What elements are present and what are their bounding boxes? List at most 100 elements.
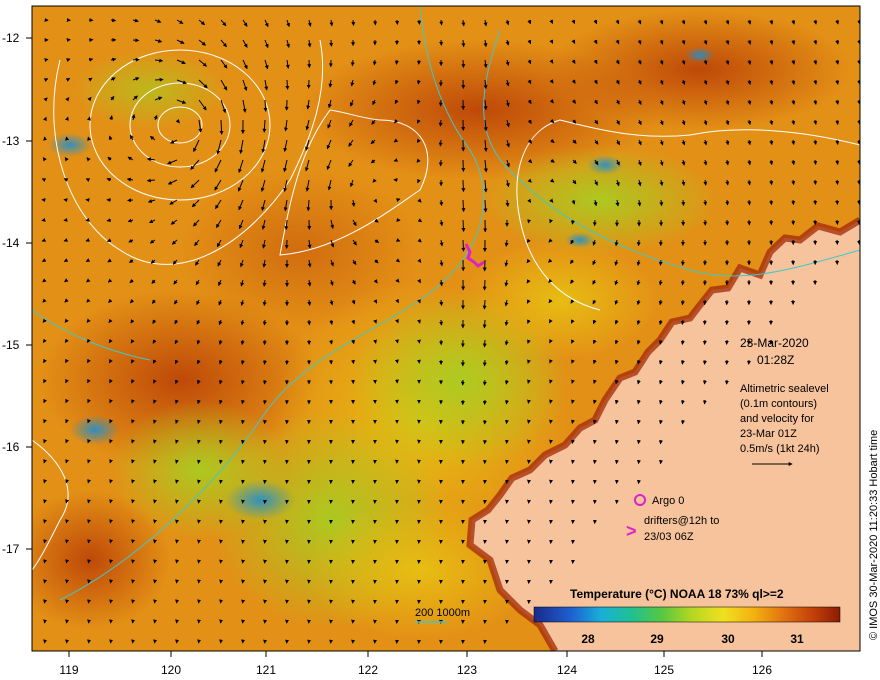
velocity-arrow bbox=[725, 199, 730, 206]
velocity-arrow bbox=[109, 539, 114, 544]
velocity-arrow bbox=[680, 339, 685, 345]
velocity-arrow bbox=[65, 559, 70, 564]
velocity-arrow bbox=[702, 359, 707, 365]
velocity-arrow bbox=[659, 199, 664, 207]
velocity-arrow bbox=[262, 339, 267, 346]
velocity-arrow bbox=[791, 199, 796, 206]
velocity-arrow bbox=[109, 579, 114, 584]
velocity-arrow bbox=[504, 419, 509, 425]
velocity-arrow bbox=[747, 179, 752, 186]
velocity-arrow bbox=[65, 136, 70, 141]
velocity-arrow bbox=[439, 199, 444, 207]
velocity-arrow bbox=[372, 59, 377, 66]
velocity-arrow bbox=[681, 199, 686, 207]
velocity-arrow bbox=[219, 459, 223, 464]
velocity-arrow bbox=[263, 479, 267, 484]
velocity-arrow bbox=[461, 179, 466, 193]
velocity-arrow bbox=[570, 219, 575, 225]
velocity-arrow bbox=[87, 539, 92, 544]
velocity-arrow bbox=[438, 139, 443, 147]
y-tick-label: -12 bbox=[2, 31, 20, 45]
velocity-arrow bbox=[636, 439, 641, 445]
velocity-arrow bbox=[153, 579, 158, 584]
velocity-arrow bbox=[504, 379, 509, 385]
velocity-arrow bbox=[109, 519, 114, 524]
credit-text: © IMOS 30-Mar-2020 11:20:33 Hobart time bbox=[868, 430, 880, 640]
velocity-arrow bbox=[87, 599, 92, 604]
velocity-arrow bbox=[262, 359, 267, 365]
colorbar-title: Temperature (°C) NOAA 18 73% ql>=2 bbox=[570, 587, 784, 601]
velocity-arrow bbox=[680, 319, 685, 326]
velocity-arrow bbox=[571, 439, 575, 444]
velocity-arrow bbox=[109, 559, 114, 564]
velocity-arrow bbox=[65, 539, 70, 544]
velocity-arrow bbox=[813, 159, 818, 166]
velocity-arrow bbox=[132, 38, 140, 43]
velocity-arrow bbox=[65, 599, 70, 604]
velocity-arrow bbox=[43, 499, 48, 504]
velocity-arrow bbox=[702, 399, 707, 405]
x-tick-label: 122 bbox=[358, 663, 378, 677]
velocity-arrow bbox=[131, 599, 136, 604]
velocity-arrow bbox=[175, 499, 179, 504]
velocity-arrow bbox=[813, 179, 818, 186]
velocity-arrow bbox=[44, 58, 49, 63]
velocity-arrow bbox=[438, 119, 443, 127]
velocity-arrow bbox=[835, 199, 840, 205]
velocity-arrow bbox=[153, 559, 158, 564]
velocity-arrow bbox=[571, 499, 575, 504]
svg-text:Altimetric sealevel: Altimetric sealevel bbox=[740, 383, 829, 395]
velocity-arrow bbox=[461, 39, 466, 48]
velocity-arrow bbox=[636, 459, 641, 465]
date-label: 23-Mar-2020 bbox=[740, 336, 809, 350]
colorbar-tick-label: 30 bbox=[721, 632, 735, 646]
velocity-arrow bbox=[131, 559, 136, 564]
velocity-arrow bbox=[482, 399, 487, 406]
velocity-arrow bbox=[549, 479, 553, 484]
velocity-arrow bbox=[527, 419, 531, 424]
velocity-arrow bbox=[504, 399, 509, 405]
velocity-arrow bbox=[153, 539, 158, 544]
velocity-arrow bbox=[680, 379, 685, 385]
velocity-arrow bbox=[241, 459, 245, 465]
y-tick-label: -16 bbox=[2, 440, 20, 454]
velocity-arrow bbox=[219, 519, 223, 524]
velocity-arrow bbox=[614, 459, 619, 465]
velocity-arrow bbox=[702, 339, 707, 345]
velocity-arrow bbox=[658, 459, 663, 465]
velocity-arrow bbox=[527, 459, 531, 464]
velocity-arrow bbox=[593, 439, 597, 445]
bathymetry-legend-label: 200 1000m bbox=[415, 607, 470, 619]
x-axis: 119 120 121 122 123 124 125 126 bbox=[59, 651, 772, 677]
velocity-arrow bbox=[747, 199, 752, 206]
velocity-arrow bbox=[614, 419, 619, 425]
velocity-arrow bbox=[527, 439, 531, 444]
velocity-arrow bbox=[197, 459, 201, 464]
velocity-arrow bbox=[175, 579, 180, 584]
velocity-arrow bbox=[109, 599, 114, 604]
velocity-arrow bbox=[394, 59, 399, 65]
velocity-arrow bbox=[262, 299, 267, 307]
velocity-arrow bbox=[153, 499, 158, 504]
velocity-arrow bbox=[835, 179, 840, 185]
sst-map: 119 120 121 122 123 124 125 126 -12 -13 -14 -15 -16… bbox=[2, 5, 880, 677]
velocity-arrow bbox=[505, 459, 509, 464]
velocity-arrow bbox=[527, 399, 531, 404]
velocity-arrow bbox=[197, 479, 201, 484]
x-tick-label: 126 bbox=[752, 663, 772, 677]
velocity-arrow bbox=[262, 399, 267, 405]
velocity-arrow bbox=[329, 339, 334, 345]
argo-label: Argo 0 bbox=[652, 495, 684, 507]
velocity-arrow bbox=[857, 199, 860, 205]
velocity-arrow bbox=[835, 159, 840, 165]
velocity-arrow bbox=[109, 499, 114, 504]
velocity-arrow bbox=[416, 79, 421, 85]
y-tick-label: -17 bbox=[2, 542, 20, 556]
velocity-arrow bbox=[197, 559, 202, 564]
velocity-arrow bbox=[680, 419, 685, 425]
velocity-arrow bbox=[483, 199, 488, 213]
velocity-arrow bbox=[241, 479, 245, 484]
velocity-arrow bbox=[417, 19, 422, 25]
velocity-arrow bbox=[65, 499, 70, 504]
velocity-arrow bbox=[65, 519, 70, 524]
